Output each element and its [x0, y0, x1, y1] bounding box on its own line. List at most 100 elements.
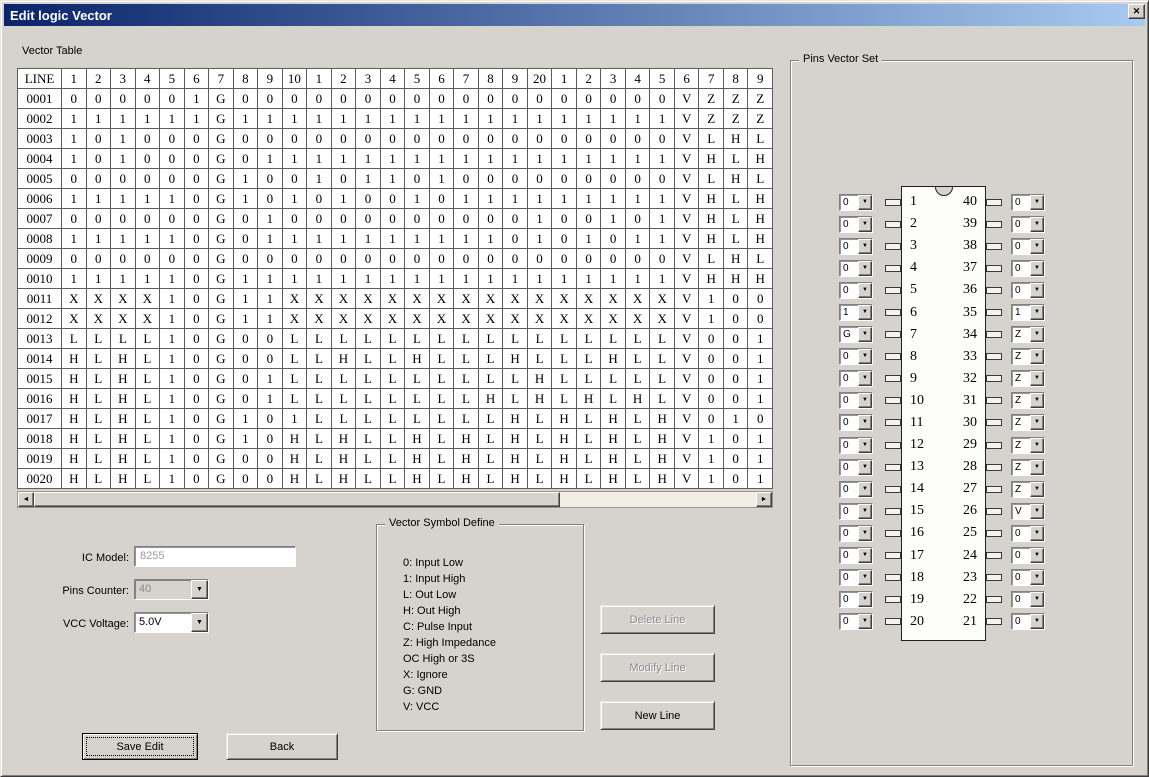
pin-23-combo[interactable]: 0▼: [1011, 569, 1045, 586]
pin-7-combo[interactable]: G▼: [839, 326, 873, 343]
vector-table-row[interactable]: 0006111110G101010010111111111VHLH: [18, 189, 773, 209]
vector-cell: L: [356, 349, 381, 369]
vector-cell: V: [674, 429, 699, 449]
vector-cell: X: [503, 289, 528, 309]
vector-table-row[interactable]: 0019HLHL10G00HLHLLHLHLHLHLHLHV101: [18, 449, 773, 469]
pin-vector-value: 0: [1012, 217, 1030, 232]
pin-16-combo[interactable]: 0▼: [839, 525, 873, 542]
pin-26-combo[interactable]: V▼: [1011, 503, 1045, 520]
close-button[interactable]: ✕: [1128, 4, 1145, 19]
vector-cell: L: [650, 349, 675, 369]
vector-table-row[interactable]: 0004101000G011111111111111111VHLH: [18, 149, 773, 169]
ic-model-field[interactable]: 8255: [134, 546, 296, 567]
vector-cell: H: [748, 189, 773, 209]
vector-table-row[interactable]: 0005000000G100101101000000000VLHL: [18, 169, 773, 189]
vector-cell: 1: [160, 269, 185, 289]
vector-cell: L: [552, 369, 577, 389]
vector-cell: L: [86, 389, 111, 409]
horizontal-scrollbar[interactable]: ◄ ►: [17, 491, 773, 508]
pin-10-combo[interactable]: 0▼: [839, 392, 873, 409]
vector-table-row[interactable]: 0009000000G000000000000000000VLHL: [18, 249, 773, 269]
modify-line-button[interactable]: Modify Line: [600, 653, 715, 682]
pin-3-combo[interactable]: 0▼: [839, 238, 873, 255]
pin-13-combo[interactable]: 0▼: [839, 459, 873, 476]
pin-6-combo[interactable]: 1▼: [839, 304, 873, 321]
pin-15-combo[interactable]: 0▼: [839, 503, 873, 520]
pin-12-combo[interactable]: 0▼: [839, 437, 873, 454]
pin-19-combo[interactable]: 0▼: [839, 591, 873, 608]
pin-2-combo[interactable]: 0▼: [839, 216, 873, 233]
vector-cell: 0: [184, 169, 209, 189]
pin-27-combo[interactable]: Z▼: [1011, 481, 1045, 498]
pin-32-combo[interactable]: Z▼: [1011, 370, 1045, 387]
vector-cell: H: [503, 429, 528, 449]
vector-cell: 0: [135, 249, 160, 269]
pin-18-combo[interactable]: 0▼: [839, 569, 873, 586]
pin-1-combo[interactable]: 0▼: [839, 194, 873, 211]
pin-38-combo[interactable]: 0▼: [1011, 238, 1045, 255]
vector-table-row[interactable]: 0020HLHL10G00HLHLLHLHLHLHLHLHV101: [18, 469, 773, 489]
new-line-button[interactable]: New Line: [600, 701, 715, 730]
pin-29-combo[interactable]: Z▼: [1011, 437, 1045, 454]
vector-table-row[interactable]: 0003101000G000000000000000000VLHL: [18, 129, 773, 149]
vector-table-row[interactable]: 0018HLHL10G10HLHLLHLHLHLHLHLHV101: [18, 429, 773, 449]
vector-cell: L: [527, 429, 552, 449]
vector-cell: 0: [258, 349, 283, 369]
pin-17-combo[interactable]: 0▼: [839, 547, 873, 564]
scroll-right-button[interactable]: ►: [756, 492, 772, 507]
pin-leg: [885, 353, 901, 360]
vector-table-row[interactable]: 0017HLHL10G101LLLLLLLLHLHLHLHV010: [18, 409, 773, 429]
pin-30-combo[interactable]: Z▼: [1011, 414, 1045, 431]
pin-20-combo[interactable]: 0▼: [839, 613, 873, 630]
vector-cell: X: [552, 309, 577, 329]
vector-table-row[interactable]: 0013LLLL10G00LLLLLLLLLLLLLLLLV001: [18, 329, 773, 349]
pin-28-combo[interactable]: Z▼: [1011, 459, 1045, 476]
pin-column-header: 9: [503, 69, 528, 89]
pin-vector-value: 0: [840, 261, 858, 276]
vector-cell: H: [723, 129, 748, 149]
pin-36-combo[interactable]: 0▼: [1011, 282, 1045, 299]
vector-cell: L: [405, 389, 430, 409]
vector-table-row[interactable]: 0012XXXX10G11XXXXXXXXXXXXXXXXV100: [18, 309, 773, 329]
vector-table-row[interactable]: 0007000000G010000000000100101VHLH: [18, 209, 773, 229]
pin-5-combo[interactable]: 0▼: [839, 282, 873, 299]
vector-cell: 0: [478, 89, 503, 109]
pin-34-combo[interactable]: Z▼: [1011, 326, 1045, 343]
vcc-voltage-combo[interactable]: 5.0V ▼: [134, 612, 209, 633]
vector-cell: 0: [86, 129, 111, 149]
pins-counter-combo[interactable]: 40 ▼: [134, 579, 209, 600]
vector-table-row[interactable]: 0016HLHL10G01LLLLLLLLHLHLHLHLV001: [18, 389, 773, 409]
scrollbar-thumb[interactable]: [34, 492, 560, 507]
pin-33-combo[interactable]: Z▼: [1011, 348, 1045, 365]
vector-cell: 1: [111, 129, 136, 149]
pin-21-combo[interactable]: 0▼: [1011, 613, 1045, 630]
vector-table-row[interactable]: 0010111110G111111111111111111VHHH: [18, 269, 773, 289]
pin-9-combo[interactable]: 0▼: [839, 370, 873, 387]
pin-37-combo[interactable]: 0▼: [1011, 260, 1045, 277]
vector-table-row[interactable]: 0011XXXX10G11XXXXXXXXXXXXXXXXV100: [18, 289, 773, 309]
pin-11-combo[interactable]: 0▼: [839, 414, 873, 431]
vector-table-row[interactable]: 0002111111G111111111111111111VZZZ: [18, 109, 773, 129]
save-edit-button[interactable]: Save Edit: [82, 733, 198, 760]
pin-row: 0▼4370▼: [839, 257, 1047, 279]
vector-cell: 1: [160, 289, 185, 309]
pin-22-combo[interactable]: 0▼: [1011, 591, 1045, 608]
vector-table-row[interactable]: 0001000001G000000000000000000VZZZ: [18, 89, 773, 109]
pin-35-combo[interactable]: 1▼: [1011, 304, 1045, 321]
vector-table-row[interactable]: 0008111110G011111111110101011VHLH: [18, 229, 773, 249]
pin-40-combo[interactable]: 0▼: [1011, 194, 1045, 211]
pin-4-combo[interactable]: 0▼: [839, 260, 873, 277]
vector-cell: H: [601, 349, 626, 369]
pin-14-combo[interactable]: 0▼: [839, 481, 873, 498]
pin-39-combo[interactable]: 0▼: [1011, 216, 1045, 233]
pin-25-combo[interactable]: 0▼: [1011, 525, 1045, 542]
pin-31-combo[interactable]: Z▼: [1011, 392, 1045, 409]
delete-line-button[interactable]: Delete Line: [600, 605, 715, 634]
scroll-left-button[interactable]: ◄: [18, 492, 34, 507]
pin-8-combo[interactable]: 0▼: [839, 348, 873, 365]
pin-24-combo[interactable]: 0▼: [1011, 547, 1045, 564]
symbol-define-line: V: VCC: [403, 699, 496, 715]
vector-table-row[interactable]: 0014HLHL10G00LLHLLHLLLHLLLHLLV001: [18, 349, 773, 369]
vector-table-row[interactable]: 0015HLHL10G01LLLLLLLLLLHLLLLLV001: [18, 369, 773, 389]
back-button[interactable]: Back: [226, 733, 338, 760]
